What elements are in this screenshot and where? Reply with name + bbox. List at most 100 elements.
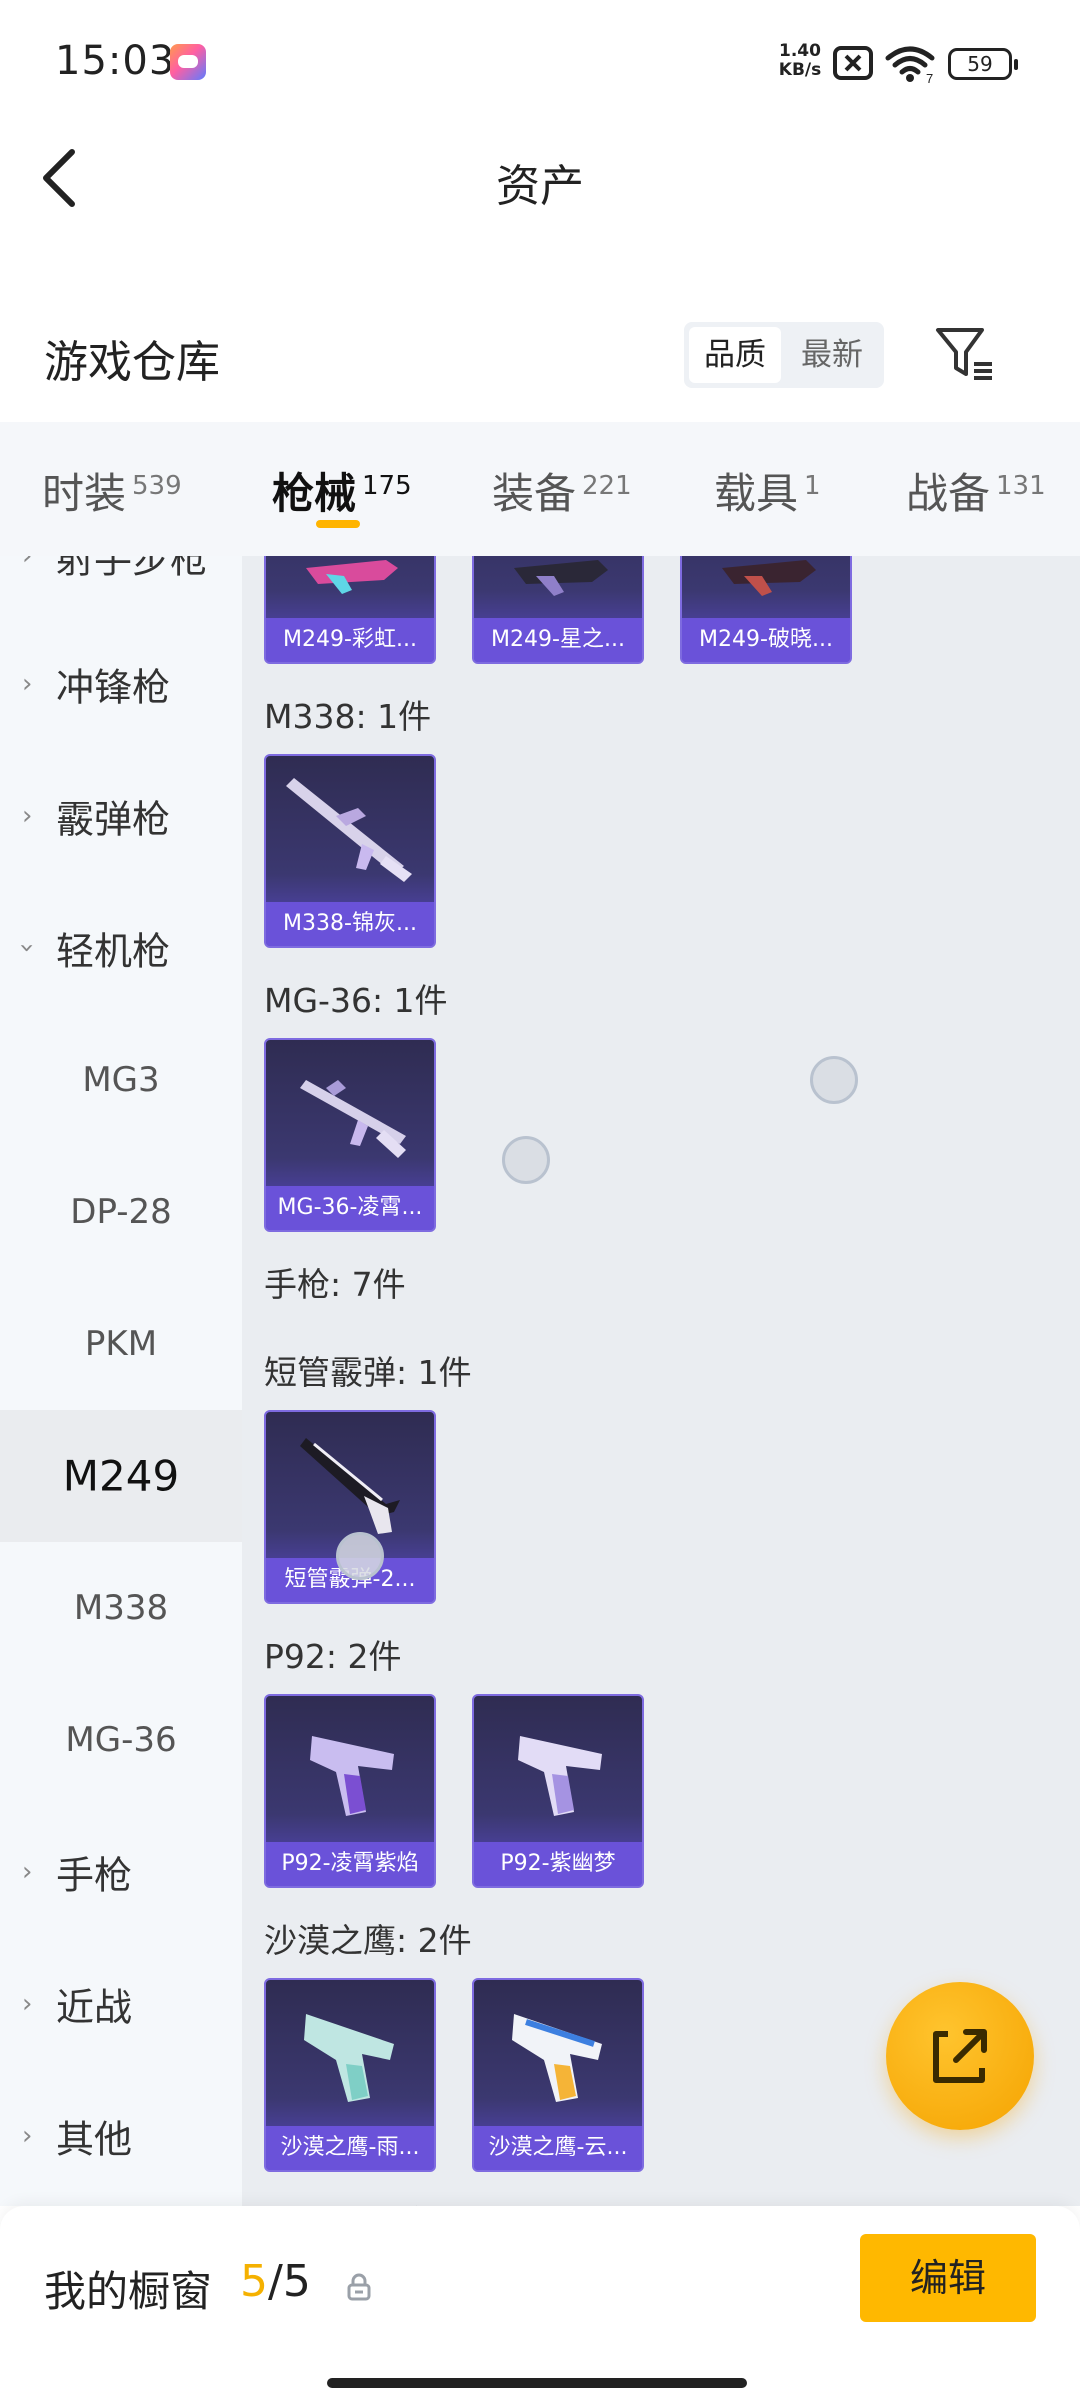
tab-count: 539: [132, 471, 182, 501]
sidebar-subitem-pkm[interactable]: PKM: [0, 1278, 242, 1410]
tab-label: 装备: [492, 469, 577, 518]
item-card[interactable]: 沙漠之鹰-雨...: [264, 1978, 436, 2172]
pistol-skin-image: [310, 1736, 394, 1816]
showcase-bar: 我的橱窗 5/5 编辑: [0, 2206, 1080, 2400]
sidebar-item-label: 近战: [56, 1985, 133, 2030]
sidebar-item-other[interactable]: › 其他: [0, 2070, 242, 2202]
home-indicator[interactable]: [327, 2378, 747, 2388]
chevron-right-icon: ›: [22, 669, 33, 699]
sidebar-item-melee[interactable]: › 近战: [0, 1938, 242, 2070]
item-card[interactable]: M249-破晓...: [680, 556, 852, 664]
network-speed: 1.40 KB/s: [772, 42, 828, 80]
item-card[interactable]: M338-锦灰...: [264, 754, 436, 948]
item-card-caption: 沙漠之鹰-雨...: [266, 2126, 434, 2170]
item-card-caption: M249-星之...: [474, 618, 642, 662]
chevron-right-icon: ›: [22, 1989, 33, 2019]
network-speed-unit: KB/s: [778, 60, 822, 80]
sidebar-item-lmg[interactable]: › 轻机枪: [0, 882, 242, 1014]
item-card[interactable]: 沙漠之鹰-云...: [472, 1978, 644, 2172]
tab-supplies[interactable]: 战备 131: [906, 460, 1046, 521]
tab-vehicles[interactable]: 载具 1: [714, 460, 821, 521]
no-sim-icon: [833, 46, 873, 80]
tab-equipment[interactable]: 装备 221: [492, 460, 632, 521]
sidebar-subitem-label: DP-28: [70, 1192, 172, 1232]
tab-count: 175: [362, 471, 412, 501]
rifle-skin-image: [300, 1080, 406, 1158]
sidebar-subitem-label: MG-36: [65, 1720, 177, 1760]
item-card[interactable]: P92-凌霄紫焰: [264, 1694, 436, 1888]
showcase-total: 5: [282, 2256, 311, 2307]
sidebar-item-shotgun[interactable]: › 霰弹枪: [0, 750, 242, 882]
rifle-skin-image: [722, 560, 816, 596]
network-speed-value: 1.40: [779, 41, 821, 61]
edit-button[interactable]: 编辑: [860, 2234, 1036, 2322]
page-title: 资产: [496, 161, 584, 212]
section-title: M338: 1件: [264, 697, 432, 736]
item-card-caption: 沙漠之鹰-云...: [474, 2126, 642, 2170]
sidebar-item-label: 其他: [56, 2117, 133, 2162]
pistol-skin-image: [304, 2014, 394, 2102]
sidebar-item-smg[interactable]: › 冲锋枪: [0, 618, 242, 750]
svg-text:7: 7: [926, 71, 933, 84]
item-card[interactable]: M249-彩虹...: [264, 556, 436, 664]
tab-label: 战备: [906, 469, 991, 518]
showcase-count: 5/5: [240, 2256, 311, 2307]
item-card-caption: M249-彩虹...: [266, 618, 434, 662]
showcase-current: 5: [240, 2256, 268, 2307]
showcase-separator: /: [268, 2256, 283, 2307]
section-title: 柯尔特手枪: 1件: [264, 2196, 505, 2206]
wifi-icon: 7: [885, 46, 935, 84]
section-title: P92: 2件: [264, 1637, 402, 1676]
pistol-skin-image: [512, 2014, 602, 2102]
sidebar-item-label: 轻机枪: [56, 929, 171, 974]
sidebar-item-label: 射手步枪: [56, 556, 209, 582]
chevron-down-icon: ›: [12, 942, 43, 954]
status-time: 15:03: [55, 38, 176, 84]
tab-count: 131: [996, 471, 1046, 501]
sidebar-subitem-label: MG3: [82, 1060, 160, 1100]
item-card[interactable]: M249-星之...: [472, 556, 644, 664]
section-title: MG-36: 1件: [264, 981, 448, 1020]
share-fab-button[interactable]: [886, 1982, 1034, 2130]
lock-icon: [347, 2273, 371, 2301]
item-card[interactable]: P92-紫幽梦: [472, 1694, 644, 1888]
item-card-caption: MG-36-凌霄...: [266, 1186, 434, 1230]
filter-icon[interactable]: [930, 318, 1000, 388]
tab-count: 1: [804, 471, 821, 501]
item-card-caption: P92-凌霄紫焰: [266, 1842, 434, 1886]
rifle-skin-image: [286, 778, 412, 882]
section-title: 沙漠之鹰: 2件: [264, 1921, 472, 1960]
tab-count: 221: [582, 471, 632, 501]
tab-firearms[interactable]: 枪械 175: [272, 460, 412, 521]
sidebar-item-marksman-rifle[interactable]: › 射手步枪: [0, 556, 242, 622]
item-card-caption: M249-破晓...: [682, 618, 850, 662]
tab-active-indicator: [316, 520, 360, 528]
battery-indicator: 59: [948, 48, 1018, 80]
sidebar-item-label: 霰弹枪: [56, 797, 171, 842]
section-title: 短管霰弹: 1件: [264, 1353, 472, 1392]
chevron-right-icon: ›: [22, 556, 33, 571]
section-title: 手枪: 7件: [264, 1265, 406, 1304]
warehouse-title: 游戏仓库: [44, 337, 220, 388]
sort-quality-option[interactable]: 品质: [689, 327, 781, 383]
touch-indicator: [502, 1136, 550, 1184]
sidebar-subitem-mg36[interactable]: MG-36: [0, 1674, 242, 1806]
sidebar-subitem-mg3[interactable]: MG3: [0, 1014, 242, 1146]
sidebar-subitem-m249[interactable]: M249: [0, 1410, 242, 1542]
rifle-skin-image: [514, 560, 608, 596]
tab-label: 时装: [42, 469, 127, 518]
sidebar-subitem-dp28[interactable]: DP-28: [0, 1146, 242, 1278]
showcase-label: 我的橱窗: [44, 2267, 213, 2316]
touch-indicator: [810, 1056, 858, 1104]
item-card[interactable]: MG-36-凌霄...: [264, 1038, 436, 1232]
item-card-caption: P92-紫幽梦: [474, 1842, 642, 1886]
sidebar: › 射手步枪 › 冲锋枪 › 霰弹枪 › 轻机枪 MG3 DP-28 PKM M…: [0, 556, 242, 2206]
tab-label: 枪械: [272, 469, 357, 518]
share-icon: [933, 2029, 987, 2083]
chevron-right-icon: ›: [22, 1857, 33, 1887]
sidebar-subitem-m338[interactable]: M338: [0, 1542, 242, 1674]
sort-newest-option[interactable]: 最新: [786, 327, 878, 383]
sidebar-item-pistol[interactable]: › 手枪: [0, 1806, 242, 1938]
tab-fashion[interactable]: 时装 539: [42, 460, 182, 521]
tab-label: 载具: [714, 469, 799, 518]
